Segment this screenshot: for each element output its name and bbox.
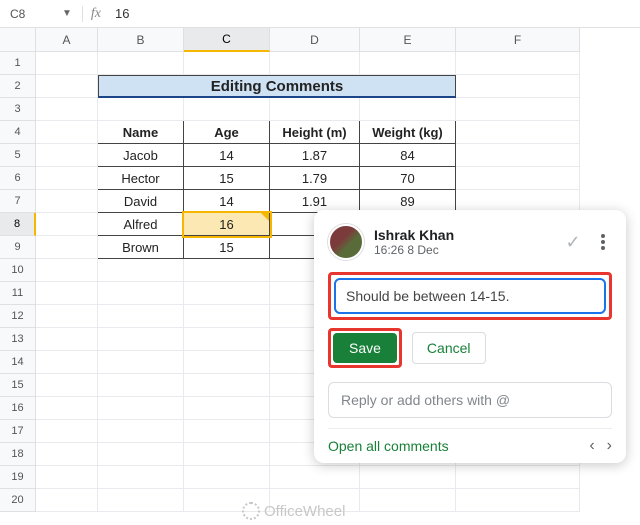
row-5[interactable]: 5 — [0, 144, 36, 167]
row-2[interactable]: 2 — [0, 75, 36, 98]
more-icon[interactable] — [594, 232, 612, 252]
selected-cell[interactable]: 16 — [184, 213, 270, 236]
comment-text-input[interactable]: Should be between 14-15. — [334, 278, 606, 314]
formula-bar: ▼ fx — [0, 0, 640, 28]
th-name[interactable]: Name — [98, 121, 184, 144]
table-row[interactable]: 70 — [360, 167, 456, 190]
th-age[interactable]: Age — [184, 121, 270, 144]
th-height[interactable]: Height (m) — [270, 121, 360, 144]
comment-time: 16:26 8 Dec — [374, 243, 552, 257]
next-comment-icon[interactable]: › — [607, 437, 612, 455]
row-11[interactable]: 11 — [0, 282, 36, 305]
formula-input[interactable] — [115, 4, 415, 24]
avatar — [328, 224, 364, 260]
table-row[interactable]: David — [98, 190, 184, 213]
comment-popup: Ishrak Khan 16:26 8 Dec ✓ Should be betw… — [314, 210, 626, 463]
row-12[interactable]: 12 — [0, 305, 36, 328]
row-13[interactable]: 13 — [0, 328, 36, 351]
comment-indicator-icon — [261, 213, 269, 221]
row-20[interactable]: 20 — [0, 489, 36, 512]
row-9[interactable]: 9 — [0, 236, 36, 259]
row-3[interactable]: 3 — [0, 98, 36, 121]
table-row[interactable]: 84 — [360, 144, 456, 167]
th-weight[interactable]: Weight (kg) — [360, 121, 456, 144]
row-15[interactable]: 15 — [0, 374, 36, 397]
row-16[interactable]: 16 — [0, 397, 36, 420]
reply-input[interactable]: Reply or add others with @ — [328, 382, 612, 418]
resolve-icon[interactable]: ✓ — [562, 231, 584, 253]
select-all-corner[interactable] — [0, 28, 36, 52]
table-row[interactable]: Jacob — [98, 144, 184, 167]
watermark: OfficeWheel — [242, 502, 345, 520]
table-row[interactable]: 1.79 — [270, 167, 360, 190]
table-row[interactable]: Brown — [98, 236, 184, 259]
row-8[interactable]: 8 — [0, 213, 36, 236]
col-F[interactable]: F — [456, 28, 580, 52]
row-10[interactable]: 10 — [0, 259, 36, 282]
table-row[interactable]: Alfred — [98, 213, 184, 236]
cancel-button[interactable]: Cancel — [412, 332, 486, 364]
row-19[interactable]: 19 — [0, 466, 36, 489]
watermark-icon — [242, 502, 260, 520]
prev-comment-icon[interactable]: ‹ — [589, 437, 594, 455]
row-6[interactable]: 6 — [0, 167, 36, 190]
table-row[interactable]: 15 — [184, 236, 270, 259]
col-B[interactable]: B — [98, 28, 184, 52]
row-18[interactable]: 18 — [0, 443, 36, 466]
row-17[interactable]: 17 — [0, 420, 36, 443]
name-box[interactable] — [6, 4, 56, 24]
row-7[interactable]: 7 — [0, 190, 36, 213]
row-4[interactable]: 4 — [0, 121, 36, 144]
col-D[interactable]: D — [270, 28, 360, 52]
col-E[interactable]: E — [360, 28, 456, 52]
table-row[interactable]: 14 — [184, 144, 270, 167]
table-row[interactable]: 15 — [184, 167, 270, 190]
comment-user: Ishrak Khan — [374, 227, 552, 243]
table-row[interactable]: Hector — [98, 167, 184, 190]
highlight-box: Save — [328, 328, 402, 368]
col-C[interactable]: C — [184, 28, 270, 52]
column-headers: A B C D E F — [36, 28, 580, 52]
col-A[interactable]: A — [36, 28, 98, 52]
name-box-dropdown[interactable]: ▼ — [62, 8, 72, 19]
highlight-box: Should be between 14-15. — [328, 272, 612, 320]
open-all-comments-link[interactable]: Open all comments — [328, 438, 589, 454]
row-headers: 1 2 3 4 5 6 7 8 9 10 11 12 13 14 15 16 1… — [0, 52, 36, 512]
table-row[interactable]: 14 — [184, 190, 270, 213]
row-1[interactable]: 1 — [0, 52, 36, 75]
save-button[interactable]: Save — [333, 333, 397, 363]
table-row[interactable]: 1.87 — [270, 144, 360, 167]
title-cell[interactable]: Editing Comments — [98, 75, 456, 98]
row-14[interactable]: 14 — [0, 351, 36, 374]
fx-icon: fx — [82, 6, 109, 22]
